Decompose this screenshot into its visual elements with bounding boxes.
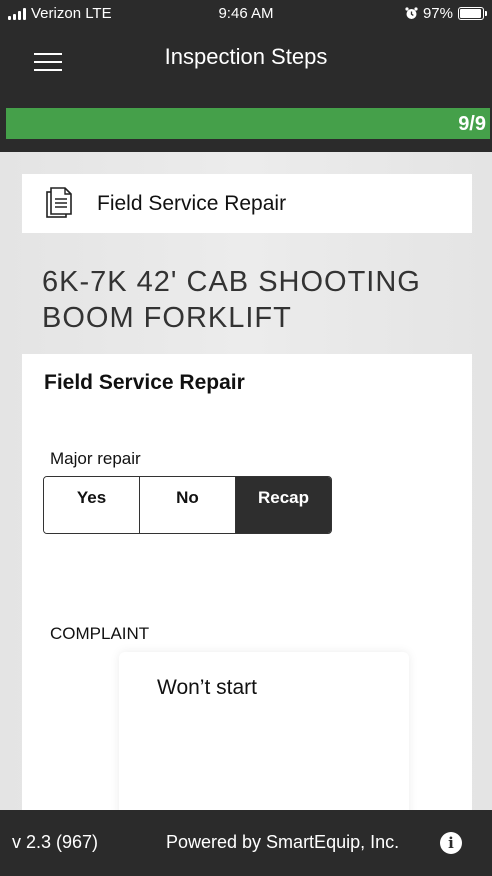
progress-label: 9/9 bbox=[458, 113, 486, 135]
battery-icon bbox=[458, 7, 487, 20]
main-content[interactable]: Field Service Repair 6K-7K 42' CAB SHOOT… bbox=[0, 152, 492, 810]
progress-bar: 9/9 bbox=[6, 108, 490, 139]
status-bar: Verizon LTE 9:46 AM 97% bbox=[0, 0, 492, 28]
form-card: Field Service Repair Major repair Yes No… bbox=[22, 354, 472, 810]
status-right: 97% bbox=[405, 5, 487, 22]
alarm-icon bbox=[405, 7, 418, 19]
category-card: Field Service Repair bbox=[22, 174, 472, 233]
version-label: v 2.3 (967) bbox=[12, 832, 99, 852]
complaint-textarea[interactable]: Won’t start bbox=[119, 652, 409, 810]
app-header: Inspection Steps bbox=[0, 28, 492, 108]
option-yes-button[interactable]: Yes bbox=[44, 477, 139, 533]
form-title: Field Service Repair bbox=[44, 371, 245, 394]
battery-percent: 97% bbox=[422, 5, 453, 22]
complaint-label: COMPLAINT bbox=[50, 624, 150, 643]
battery-level bbox=[460, 9, 482, 18]
footer: v 2.3 (967) Powered by SmartEquip, Inc. … bbox=[0, 810, 492, 876]
option-no-button[interactable]: No bbox=[139, 477, 235, 533]
category-label: Field Service Repair bbox=[97, 192, 287, 215]
progress-fill bbox=[6, 108, 490, 139]
major-repair-label: Major repair bbox=[50, 449, 141, 468]
powered-by-label: Powered by SmartEquip, Inc. bbox=[166, 832, 400, 852]
option-recap-button[interactable]: Recap bbox=[235, 477, 331, 533]
equipment-title: 6K-7K 42' CAB SHOOTING BOOM FORKLIFT bbox=[42, 266, 421, 334]
page-title: Inspection Steps bbox=[164, 44, 328, 69]
document-icon bbox=[46, 187, 72, 218]
info-icon[interactable]: i bbox=[440, 832, 462, 854]
major-repair-segmented-control: Yes No Recap bbox=[43, 476, 332, 534]
progress-section: 9/9 bbox=[0, 108, 492, 152]
